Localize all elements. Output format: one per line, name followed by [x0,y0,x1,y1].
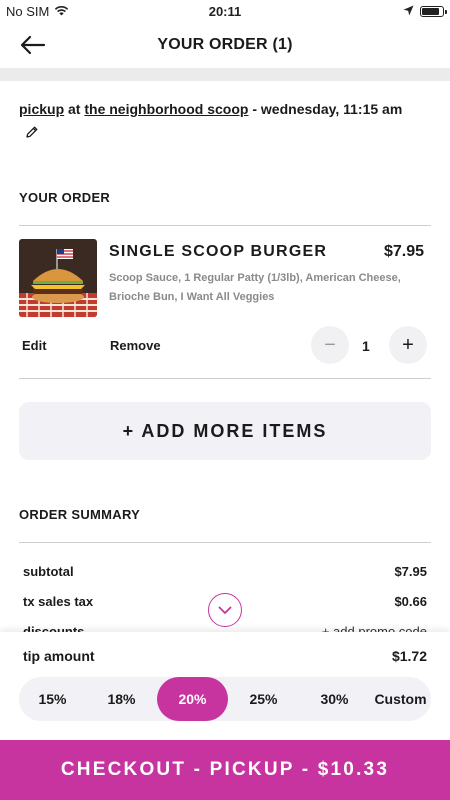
subtotal-row: subtotal $7.95 [23,564,427,579]
header-divider [0,68,450,81]
pickup-method-link[interactable]: pickup [19,101,64,117]
pickup-details: pickup at the neighborhood scoop - wedne… [19,98,419,146]
pickup-time-text: - wednesday, 11:15 am [252,101,403,117]
expand-summary-button[interactable] [208,593,242,627]
burger-image [19,239,97,317]
status-bar: No SIM 20:11 [0,0,450,22]
quantity-decrease-button[interactable]: − [311,326,349,364]
remove-item-button[interactable]: Remove [110,338,161,353]
edit-item-button[interactable]: Edit [22,338,47,353]
location-arrow-icon [403,4,414,19]
subtotal-value: $7.95 [394,564,427,579]
chevron-down-icon [218,606,232,614]
tip-option[interactable]: 18% [86,677,157,721]
status-time: 20:11 [208,4,242,19]
item-price: $7.95 [383,243,424,260]
item-description: Scoop Sauce, 1 Regular Patty (1/3lb), Am… [109,272,401,303]
tip-option[interactable]: Custom [370,677,431,721]
battery-icon [420,6,447,17]
pickup-location-link[interactable]: the neighborhood scoop [84,101,248,117]
tip-option[interactable]: 20% [157,677,228,721]
tip-amount-value: $1.72 [391,648,427,664]
add-more-items-button[interactable]: + ADD MORE ITEMS [19,402,431,460]
tip-option[interactable]: 30% [299,677,370,721]
your-order-heading: YOUR ORDER [19,190,111,205]
subtotal-label: subtotal [23,564,74,579]
tip-option[interactable]: 25% [228,677,299,721]
nav-header: YOUR ORDER (1) [0,22,450,68]
checkout-button[interactable]: CHECKOUT - PICKUP - $10.33 [0,740,450,800]
tax-value: $0.66 [394,594,427,609]
battery-fill [422,8,439,15]
tip-amount-label: tip amount [23,648,95,664]
status-right [403,4,447,19]
pickup-at-text: at [68,101,81,117]
tip-option[interactable]: 15% [19,677,86,721]
order-summary-heading: ORDER SUMMARY [19,507,141,522]
summary-divider [19,542,431,543]
page-title: YOUR ORDER (1) [157,36,293,53]
item-name: SINGLE SCOOP BURGER [109,243,328,260]
tax-label: tx sales tax [23,594,94,609]
quantity-value: 1 [362,338,370,354]
item-divider [19,378,431,379]
tip-selector: 15% 18% 20% 25% 30% Custom [19,677,431,721]
tip-panel: tip amount $1.72 15% 18% 20% 25% 30% Custom [0,632,450,740]
section-divider [19,225,431,226]
quantity-increase-button[interactable]: + [389,326,427,364]
pencil-edit-icon[interactable] [25,123,39,146]
